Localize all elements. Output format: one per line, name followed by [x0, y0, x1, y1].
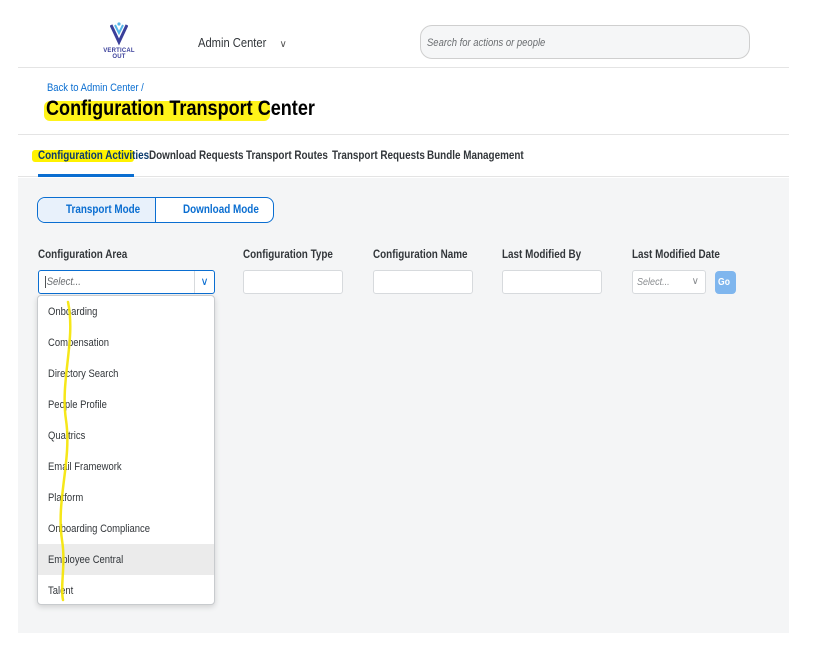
configuration-area-label: Configuration Area — [38, 249, 128, 261]
transport-mode-button[interactable]: Transport Mode — [38, 198, 156, 222]
last-modified-date-select[interactable]: Select... ∨ — [632, 270, 706, 294]
chevron-down-icon[interactable]: ∨ — [194, 271, 214, 293]
page-title: Configuration Transport Center — [46, 97, 315, 120]
last-modified-by-input[interactable] — [502, 270, 602, 294]
shell-header: VERTICAL OUT Admin Center ∨ Search for ac… — [18, 0, 789, 68]
list-item[interactable]: Platform — [38, 482, 214, 513]
list-item[interactable]: Compensation — [38, 327, 214, 358]
tab-bar: Configuration Activities Download Reques… — [18, 135, 789, 177]
configuration-area-select[interactable]: Select... ∨ — [38, 270, 215, 294]
list-item[interactable]: Onboarding — [38, 296, 214, 327]
list-item[interactable]: Talent — [38, 575, 214, 604]
tab-transport-requests[interactable]: Transport Requests — [332, 150, 440, 162]
list-item[interactable]: Onboarding Compliance — [38, 513, 214, 544]
list-item[interactable]: Directory Search — [38, 358, 214, 389]
tab-transport-routes[interactable]: Transport Routes — [246, 150, 341, 162]
chevron-down-icon: ∨ — [691, 276, 699, 287]
configuration-type-input[interactable] — [243, 270, 343, 294]
list-item[interactable]: Qualtrics — [38, 420, 214, 451]
list-item[interactable]: Employee Central — [38, 544, 214, 575]
configuration-name-label: Configuration Name — [373, 249, 468, 261]
last-modified-by-label: Last Modified By — [502, 249, 582, 261]
company-logo[interactable]: VERTICAL OUT — [102, 22, 136, 62]
list-item[interactable]: People Profile — [38, 389, 214, 420]
list-item[interactable]: Email Framework — [38, 451, 214, 482]
configuration-type-label: Configuration Type — [243, 249, 333, 261]
tab-configuration-activities[interactable]: Configuration Activities — [38, 150, 167, 162]
chevron-down-icon: ∨ — [279, 39, 287, 50]
search-placeholder: Search for actions or people — [427, 37, 546, 49]
mode-toggle: Transport Mode Download Mode — [37, 197, 274, 223]
product-menu-label: Admin Center — [198, 35, 267, 50]
last-modified-date-label: Last Modified Date — [632, 249, 720, 261]
download-mode-button[interactable]: Download Mode — [156, 198, 273, 222]
product-menu[interactable]: Admin Center ∨ — [198, 35, 287, 50]
active-tab-indicator — [38, 174, 134, 177]
back-to-admin-center-link[interactable]: Back to Admin Center / — [47, 82, 160, 94]
date-placeholder: Select... — [637, 276, 670, 288]
configuration-name-input[interactable] — [373, 270, 473, 294]
configuration-area-placeholder: Select... — [45, 276, 81, 288]
tab-download-requests[interactable]: Download Requests — [149, 150, 259, 162]
tab-bundle-management[interactable]: Bundle Management — [427, 150, 539, 162]
configuration-area-dropdown: Onboarding Compensation Directory Search… — [37, 295, 215, 605]
search-input[interactable]: Search for actions or people — [420, 25, 750, 59]
logo-mark-icon — [110, 22, 128, 46]
go-button[interactable]: Go — [715, 271, 736, 294]
page-header: Back to Admin Center / Configuration Tra… — [18, 69, 789, 135]
logo-text: VERTICAL OUT — [103, 48, 135, 60]
